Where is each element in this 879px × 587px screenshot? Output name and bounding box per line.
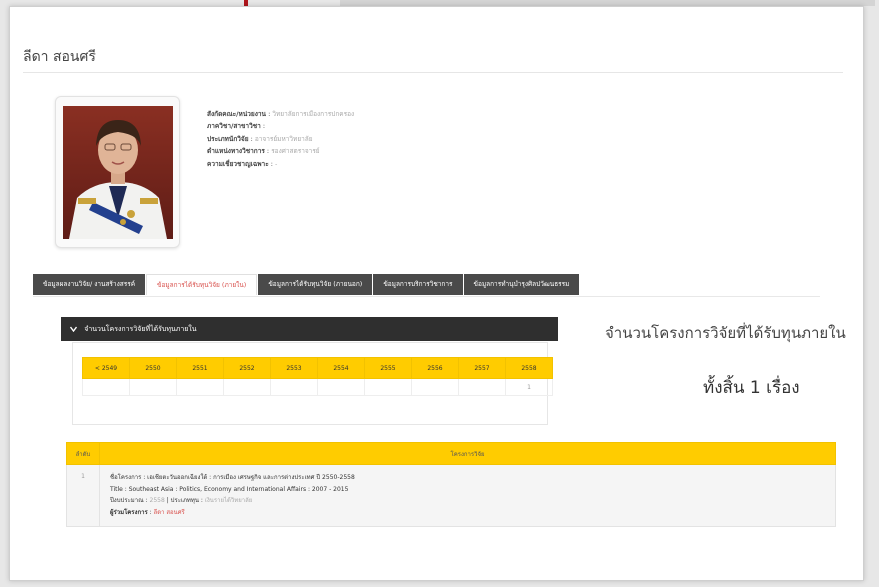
dropdown-label: จำนวนโครงการวิจัยที่ได้รับทุนภายใน	[84, 325, 197, 333]
year-header-row: < 2549 2550 2551 2552 2553 2554 2555 255…	[82, 357, 553, 379]
project-title-label: Title	[110, 485, 123, 493]
project-budget-line: ปีงบประมาณ : 2558 | ประเภททุน : เงินรายไ…	[110, 497, 253, 504]
table-row: 1 ชื่อโครงการ : เอเชียตะวันออกเฉียงใต้ :…	[66, 464, 836, 527]
col-index-header: ลำดับ	[66, 442, 100, 465]
project-name-label: ชื่อโครงการ	[110, 474, 142, 481]
researcher-name: ลีดา สอนศรี	[23, 49, 96, 65]
info-value: วิทยาลัยการเมืองการปกครอง	[272, 110, 355, 118]
year-count: 1	[505, 378, 553, 396]
year-header: 2554	[317, 357, 365, 379]
year-header: 2550	[129, 357, 177, 379]
year-header: 2553	[270, 357, 318, 379]
total-count: ทั้งสิ้น 1 เรื่อง	[703, 378, 800, 398]
project-name-line: ชื่อโครงการ : เอเชียตะวันออกเฉียงใต้ : ก…	[110, 474, 355, 481]
fund-type: เงินรายได้วิทยาลัย	[204, 497, 253, 504]
year-count	[223, 378, 271, 396]
project-title: Southeast Asia : Politics, Economy and I…	[128, 485, 349, 493]
member-link[interactable]: ลีดา สอนศรี	[154, 509, 185, 516]
tab-research-works[interactable]: ข้อมูลผลงานวิจัย/ งานสร้างสรรค์	[33, 274, 146, 295]
budget-label: ปีงบประมาณ	[110, 497, 144, 504]
year-header: 2555	[364, 357, 412, 379]
year-count	[411, 378, 459, 396]
col-project-header: โครงการวิจัย	[99, 442, 836, 465]
year-table: < 2549 2550 2551 2552 2553 2554 2555 255…	[82, 357, 553, 396]
year-count-row: 1	[82, 378, 553, 396]
row-index: 1	[66, 464, 100, 527]
year-count	[82, 378, 130, 396]
tab-internal-funding[interactable]: ข้อมูลการได้รับทุนวิจัย (ภายใน)	[146, 274, 258, 295]
project-name: เอเชียตะวันออกเฉียงใต้ : การเมือง เศรษฐก…	[147, 474, 355, 481]
section-title: จำนวนโครงการวิจัยที่ได้รับทุนภายใน	[605, 324, 846, 342]
project-title-line: Title : Southeast Asia : Politics, Econo…	[110, 485, 349, 493]
year-count	[317, 378, 365, 396]
info-row: สังกัดคณะ/หน่วยงาน : วิทยาลัยการเมืองการ…	[207, 110, 355, 118]
projects-table: ลำดับ โครงการวิจัย 1 ชื่อโครงการ : เอเชี…	[66, 442, 836, 527]
year-count	[270, 378, 318, 396]
project-details: ชื่อโครงการ : เอเชียตะวันออกเฉียงใต้ : ก…	[99, 464, 836, 527]
info-label: ตำแหน่งทางวิชาการ	[207, 147, 265, 156]
project-members-line: ผู้ร่วมโครงการ : ลีดา สอนศรี	[110, 508, 185, 516]
info-row: ภาควิชา/สาขาวิชา :	[207, 122, 266, 131]
year-header: 2551	[176, 357, 224, 379]
year-header: 2552	[223, 357, 271, 379]
info-row: ความเชี่ยวชาญเฉพาะ : -	[207, 159, 278, 168]
profile-photo-frame	[55, 96, 180, 248]
tab-external-funding[interactable]: ข้อมูลการได้รับทุนวิจัย (ภายนอก)	[258, 274, 373, 295]
info-label: สังกัดคณะ/หน่วยงาน	[207, 110, 266, 118]
fund-label: ประเภททุน	[170, 497, 199, 504]
info-label: ความเชี่ยวชาญเฉพาะ	[207, 159, 269, 168]
profile-photo	[63, 106, 173, 239]
info-label: ภาควิชา/สาขาวิชา	[207, 122, 261, 131]
internal-projects-dropdown[interactable]: จำนวนโครงการวิจัยที่ได้รับทุนภายใน	[61, 317, 558, 341]
projects-header-row: ลำดับ โครงการวิจัย	[66, 442, 836, 465]
year-count	[364, 378, 412, 396]
tab-arts-culture[interactable]: ข้อมูลการทำนุบำรุงศิลปวัฒนธรรม	[463, 274, 580, 295]
members-label: ผู้ร่วมโครงการ	[110, 508, 148, 516]
year-header: < 2549	[82, 357, 130, 379]
info-value: -	[275, 159, 278, 168]
profile-tabs: ข้อมูลผลงานวิจัย/ งานสร้างสรรค์ ข้อมูลกา…	[33, 274, 580, 295]
year-count	[129, 378, 177, 396]
year-header: 2558	[505, 357, 553, 379]
info-value: อาจารย์มหาวิทยาลัย	[254, 134, 313, 143]
divider	[23, 72, 843, 73]
chevron-down-icon	[69, 325, 84, 333]
year-count	[458, 378, 506, 396]
year-header: 2557	[458, 357, 506, 379]
info-value: รองศาสตราจารย์	[271, 147, 320, 156]
year-count	[176, 378, 224, 396]
info-label: ประเภทนักวิจัย	[207, 134, 249, 143]
profile-info: สังกัดคณะ/หน่วยงาน : วิทยาลัยการเมืองการ…	[207, 108, 354, 170]
year-header: 2556	[411, 357, 459, 379]
budget-year: 2558	[149, 497, 165, 504]
tab-academic-services[interactable]: ข้อมูลการบริการวิชาการ	[373, 274, 463, 295]
info-row: ตำแหน่งทางวิชาการ : รองศาสตราจารย์	[207, 147, 320, 156]
info-row: ประเภทนักวิจัย : อาจารย์มหาวิทยาลัย	[207, 134, 313, 143]
